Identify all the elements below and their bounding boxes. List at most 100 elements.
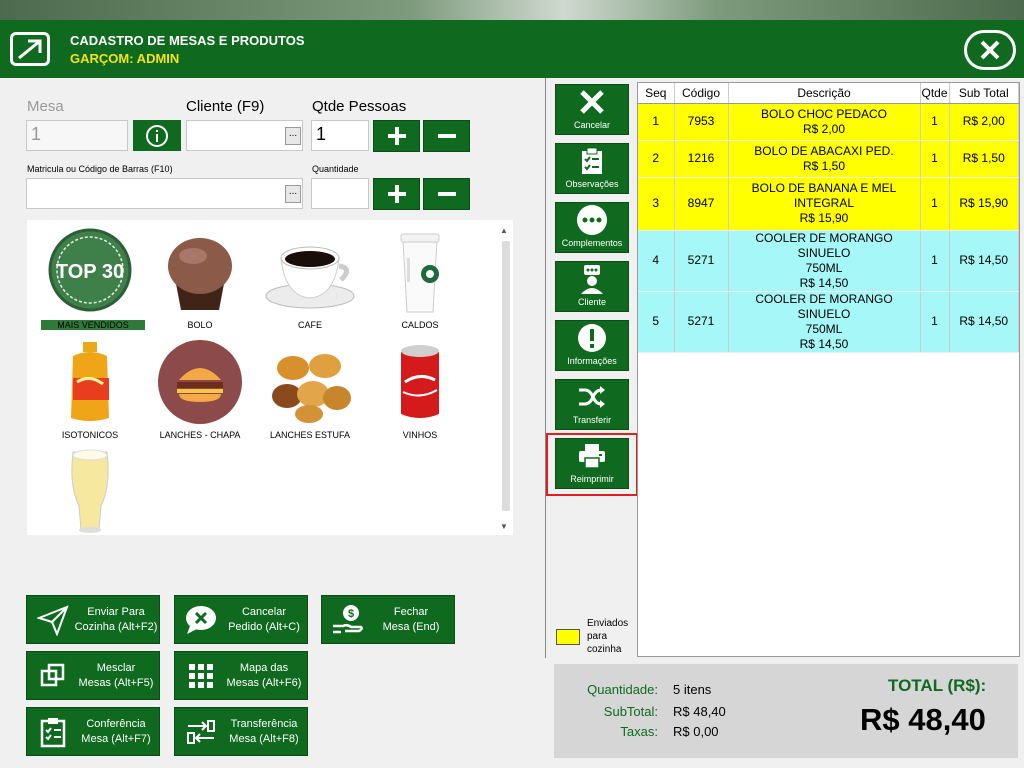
col-subtotal[interactable]: Sub Total	[949, 83, 1019, 104]
cell-seq: 1	[638, 103, 675, 141]
shuffle-icon	[556, 380, 628, 414]
item-price: R$ 14,50	[799, 275, 849, 290]
item-name: BOLO CHOC PEDACO	[760, 106, 888, 121]
mesa-label: Mesa	[27, 98, 64, 115]
minus-icon	[437, 134, 456, 138]
button-label: Transferir	[572, 415, 612, 425]
col-codigo[interactable]: Código	[674, 83, 729, 104]
cake-icon	[153, 228, 247, 316]
category-label: LANCHES ESTUFA	[269, 430, 351, 440]
category-caldos[interactable]: CALDOS	[365, 228, 475, 333]
cell-qtde: 1	[920, 103, 950, 141]
matricula-search-button[interactable]: ...	[285, 185, 301, 203]
button-label: Cancelar	[573, 120, 611, 130]
quantidade-plus-button[interactable]	[373, 178, 420, 210]
transferencia-mesa-button[interactable]: Transferência Mesa (Alt+F8)	[174, 707, 308, 756]
cell-subtotal: R$ 2,00	[949, 103, 1019, 141]
close-button[interactable]	[964, 30, 1016, 70]
table-row[interactable]: 2 1216 BOLO DE ABACAXI PED. R$ 1,50 1 R$ …	[638, 140, 1019, 178]
side-cancelar-button[interactable]: Cancelar	[555, 84, 629, 135]
close-icon	[980, 40, 1000, 60]
col-seq[interactable]: Seq	[638, 83, 675, 104]
table-row[interactable]: 4 5271 COOLER DE MORANGO SINUELO 750ML R$ …	[638, 230, 1019, 292]
cell-subtotal: R$ 15,90	[949, 177, 1019, 231]
cell-descricao: COOLER DE MORANGO SINUELO 750ML R$ 14,50	[728, 230, 921, 292]
item-name-line2: 750ML	[805, 321, 843, 336]
pessoas-plus-button[interactable]	[373, 120, 420, 152]
category-lanches-chapa[interactable]: LANCHES - CHAPA	[145, 338, 255, 443]
svg-text:$: $	[348, 608, 354, 620]
mapa-mesas-button[interactable]: Mapa das Mesas (Alt+F6)	[174, 651, 308, 700]
cancelar-pedido-button[interactable]: Cancelar Pedido (Alt+C)	[174, 595, 308, 644]
item-price: R$ 14,50	[799, 336, 849, 351]
category-vinhos[interactable]: VINHOS	[365, 338, 475, 443]
x-icon	[556, 85, 628, 119]
grid-icon	[181, 656, 221, 696]
item-name: COOLER DE MORANGO SINUELO	[755, 230, 893, 260]
scroll-down-icon[interactable]: ▼	[500, 522, 508, 531]
top30-badge-icon: TOP 30	[43, 228, 137, 316]
paper-plane-icon	[33, 600, 73, 640]
burger-icon	[153, 338, 247, 426]
table-row[interactable]: 1 7953 BOLO CHOC PEDACO R$ 2,00 1 R$ 2,00	[638, 103, 1019, 141]
transfer-icon	[181, 712, 221, 752]
side-cliente-button[interactable]: Cliente	[555, 261, 629, 312]
cell-seq: 2	[638, 140, 675, 178]
category-scrollbar[interactable]: ▲ ▼	[497, 226, 513, 534]
side-observacoes-button[interactable]: Observações	[555, 143, 629, 194]
side-informacoes-button[interactable]: Informações	[555, 320, 629, 371]
merge-icon	[33, 656, 73, 696]
matricula-input[interactable]	[26, 178, 303, 209]
pessoas-input[interactable]: 1	[311, 120, 369, 151]
info-icon	[146, 124, 168, 147]
quantidade-input[interactable]	[311, 178, 369, 209]
mesclar-mesas-button[interactable]: Mesclar Mesas (Alt+F5)	[26, 651, 160, 700]
category-cerveja[interactable]	[35, 446, 145, 551]
plus-icon	[387, 185, 406, 203]
soda-can-icon	[373, 338, 467, 426]
item-name-line2: INTEGRAL	[793, 196, 854, 210]
button-label: Observações	[565, 179, 619, 189]
person-icon	[556, 262, 628, 296]
money-hand-icon: $	[328, 600, 368, 640]
category-cafe[interactable]: CAFE	[255, 228, 365, 333]
taxas-summary-value: R$ 0,00	[673, 724, 719, 739]
category-lanches-estufa[interactable]: LANCHES ESTUFA	[255, 338, 365, 443]
table-row[interactable]: 5 5271 COOLER DE MORANGO SINUELO 750ML R$ …	[638, 291, 1019, 353]
quantidade-minus-button[interactable]	[423, 178, 470, 210]
scroll-up-icon[interactable]: ▲	[500, 226, 508, 235]
pastry-icon	[263, 338, 357, 426]
category-bolo[interactable]: BOLO	[145, 228, 255, 333]
quantidade-summary-value: 5 itens	[673, 682, 712, 697]
table-row[interactable]: 3 8947 BOLO DE BANANA E MEL INTEGRAL R$ 15…	[638, 177, 1019, 231]
conferencia-mesa-button[interactable]: Conferência Mesa (Alt+F7)	[26, 707, 160, 756]
cell-codigo: 7953	[674, 103, 729, 141]
enviar-cozinha-button[interactable]: Enviar Para Cozinha (Alt+F2)	[26, 595, 160, 644]
col-qtde[interactable]: Qtde	[920, 83, 950, 104]
category-mais-vendidos[interactable]: TOP 30 MAIS VENDIDOS	[35, 228, 145, 333]
mesa-input[interactable]: 1	[26, 120, 128, 151]
cell-descricao: BOLO DE ABACAXI PED. R$ 1,50	[728, 140, 921, 178]
fechar-mesa-button[interactable]: $ Fechar Mesa (End)	[321, 595, 455, 644]
info-button[interactable]	[133, 120, 181, 151]
cell-subtotal: R$ 14,50	[949, 230, 1019, 292]
waiter-name: GARÇOM: ADMIN	[70, 51, 180, 66]
side-complementos-button[interactable]: Complementos	[555, 202, 629, 253]
side-transferir-button[interactable]: Transferir	[555, 379, 629, 430]
button-label: Cancelar Pedido (Alt+C)	[228, 605, 300, 633]
pessoas-minus-button[interactable]	[423, 120, 470, 152]
col-descricao[interactable]: Descrição	[728, 83, 921, 104]
quantidade-summary-label: Quantidade:	[587, 682, 658, 697]
cell-codigo: 5271	[674, 291, 729, 353]
scroll-track[interactable]	[502, 241, 510, 511]
button-label: Mapa das Mesas (Alt+F6)	[226, 661, 302, 689]
cliente-label: Cliente (F9)	[186, 98, 265, 115]
cliente-search-button[interactable]: ...	[285, 127, 301, 145]
exclamation-icon	[556, 321, 628, 355]
cell-seq: 4	[638, 230, 675, 292]
button-label: Conferência Mesa (Alt+F7)	[81, 717, 151, 745]
order-items-grid[interactable]: Seq Código Descrição Qtde Sub Total 1 79…	[637, 82, 1020, 657]
cell-seq: 5	[638, 291, 675, 353]
category-isotonicos[interactable]: ISOTONICOS	[35, 338, 145, 443]
beer-glass-icon	[43, 446, 137, 534]
